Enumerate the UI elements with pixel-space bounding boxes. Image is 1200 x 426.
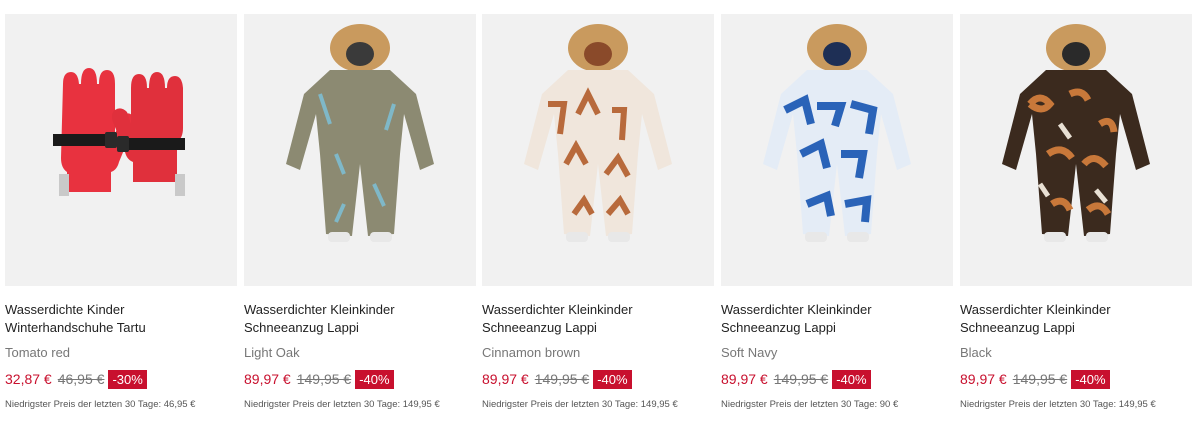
product-color: Cinnamon brown [482,345,581,360]
product-card[interactable]: Wasserdichter Kleinkinder Schneeanzug La… [482,14,714,410]
lowest-price-note: Niedrigster Preis der letzten 30 Tage: 9… [721,399,899,410]
product-card[interactable]: Wasserdichte Kinder Winterhandschuhe Tar… [5,14,237,410]
discount-badge: -40% [1071,369,1110,389]
product-title[interactable]: Wasserdichte Kinder Winterhandschuhe Tar… [5,301,237,337]
discount-badge: -40% [593,369,632,389]
lowest-price-note: Niedrigster Preis der letzten 30 Tage: 1… [482,399,678,410]
product-grid: Wasserdichte Kinder Winterhandschuhe Tar… [0,0,1200,426]
price-row: 89,97 € 149,95 € -40% [960,369,1192,389]
product-color: Light Oak [244,345,300,360]
product-card[interactable]: Wasserdichter Kleinkinder Schneeanzug La… [244,14,476,410]
product-title-line: Schneeanzug Lappi [721,320,836,335]
product-title[interactable]: Wasserdichter Kleinkinder Schneeanzug La… [721,301,953,337]
product-title[interactable]: Wasserdichter Kleinkinder Schneeanzug La… [482,301,714,337]
product-color: Tomato red [5,345,71,360]
product-title-line: Wasserdichter Kleinkinder [482,302,633,317]
product-color: Soft Navy [721,345,778,360]
old-price: 46,95 € [57,371,105,387]
price-row: 89,97 € 149,95 € -40% [721,369,953,389]
old-price: 149,95 € [773,371,829,387]
product-title-line: Schneeanzug Lappi [244,320,359,335]
discount-badge: -40% [832,369,871,389]
product-title-line: Schneeanzug Lappi [960,320,1075,335]
product-title[interactable]: Wasserdichter Kleinkinder Schneeanzug La… [244,301,476,337]
current-price: 89,97 € [244,371,291,387]
product-title[interactable]: Wasserdichter Kleinkinder Schneeanzug La… [960,301,1192,337]
old-price: 149,95 € [534,371,590,387]
current-price: 89,97 € [960,371,1007,387]
product-image[interactable] [5,14,237,286]
snowsuit-image [763,24,911,242]
product-title-line: Schneeanzug Lappi [482,320,597,335]
product-title-line: Wasserdichter Kleinkinder [244,302,395,317]
price-row: 89,97 € 149,95 € -40% [482,369,714,389]
lowest-price-note: Niedrigster Preis der letzten 30 Tage: 1… [960,399,1156,410]
product-image[interactable] [244,14,476,286]
product-title-line: Winterhandschuhe Tartu [5,320,146,335]
product-image[interactable] [482,14,714,286]
lowest-price-note: Niedrigster Preis der letzten 30 Tage: 1… [244,399,440,410]
product-card[interactable]: Wasserdichter Kleinkinder Schneeanzug La… [721,14,953,410]
snowsuit-image [286,24,434,242]
current-price: 89,97 € [721,371,768,387]
old-price: 149,95 € [1012,371,1068,387]
price-row: 32,87 € 46,95 € -30% [5,369,237,389]
discount-badge: -40% [355,369,394,389]
product-image[interactable] [960,14,1192,286]
snowsuit-image [1002,24,1150,242]
old-price: 149,95 € [296,371,352,387]
product-color: Black [960,345,992,360]
current-price: 89,97 € [482,371,529,387]
current-price: 32,87 € [5,371,52,387]
discount-badge: -30% [108,369,147,389]
lowest-price-note: Niedrigster Preis der letzten 30 Tage: 4… [5,399,196,410]
product-image[interactable] [721,14,953,286]
product-card[interactable]: Wasserdichter Kleinkinder Schneeanzug La… [960,14,1192,410]
gloves-image [53,68,185,196]
product-title-line: Wasserdichte Kinder [5,302,125,317]
product-title-line: Wasserdichter Kleinkinder [960,302,1111,317]
product-title-line: Wasserdichter Kleinkinder [721,302,872,317]
snowsuit-image [524,24,672,242]
price-row: 89,97 € 149,95 € -40% [244,369,476,389]
